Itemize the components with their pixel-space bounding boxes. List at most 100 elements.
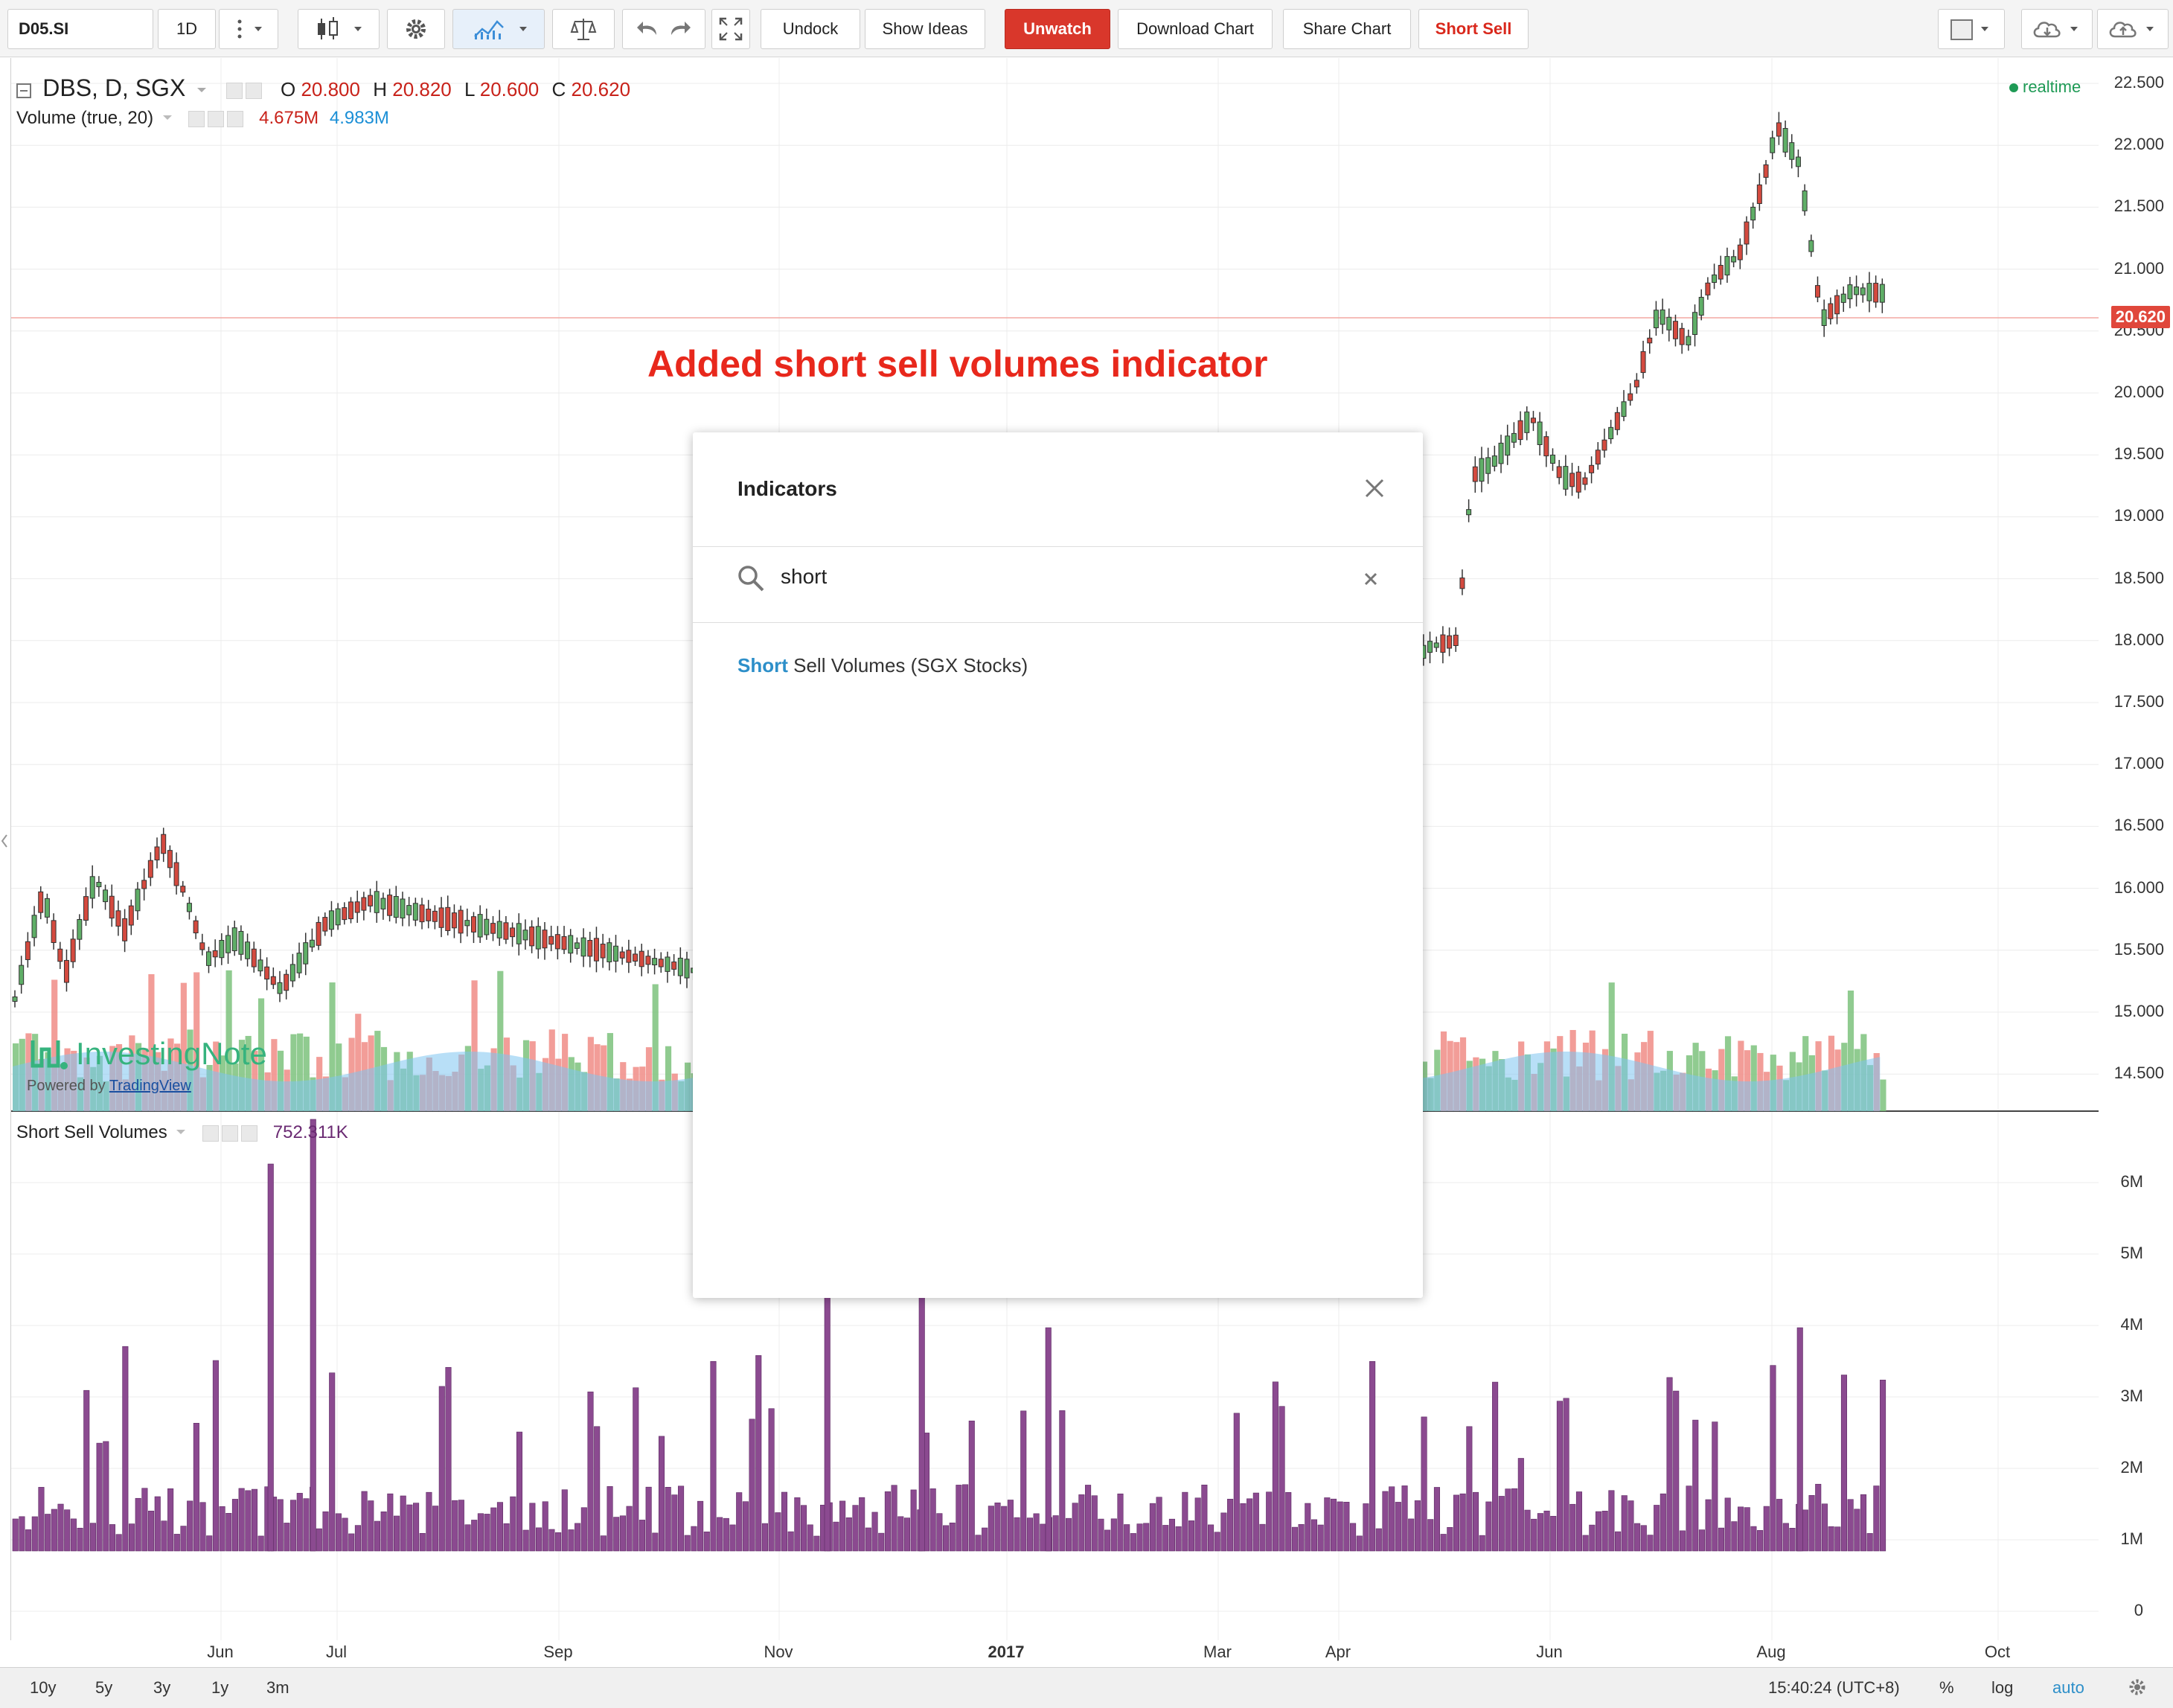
price-tick: 17.500: [2113, 692, 2164, 711]
close-icon[interactable]: [227, 110, 244, 127]
unwatch-button[interactable]: Unwatch: [1005, 9, 1110, 49]
price-tick: 21.000: [2113, 258, 2164, 278]
price-tick: 22.500: [2113, 73, 2164, 92]
volume-tick: 5M: [2120, 1244, 2143, 1262]
candles-icon: [318, 17, 362, 39]
powered-by: Powered by TradingView: [27, 1078, 267, 1095]
chevron-down-icon[interactable]: [175, 1126, 187, 1138]
fullscreen-button[interactable]: [711, 9, 750, 49]
top-toolbar: D05.SI 1D Undock Show Ideas Unwatch Down…: [0, 0, 2173, 57]
interval-dropdown-button[interactable]: [219, 9, 278, 49]
chevron-down-icon[interactable]: [196, 84, 208, 96]
indicators-button[interactable]: [452, 9, 545, 49]
collapse-legend-icon[interactable]: [16, 83, 31, 99]
time-tick: Nov: [764, 1643, 793, 1661]
short-sell-legend: Short Sell Volumes 752.311K: [16, 1122, 348, 1143]
symbol-label: D05.SI: [19, 19, 69, 38]
result-rest-text: Sell Volumes (SGX Stocks): [787, 654, 1028, 677]
gear-icon[interactable]: [2125, 1675, 2149, 1699]
main-series-legend: DBS, D, SGX O 20.800 H 20.820 L 20.600 C…: [16, 74, 630, 102]
load-chart-button[interactable]: [2021, 9, 2093, 49]
volume-tick: 3M: [2120, 1386, 2143, 1405]
redo-icon[interactable]: [664, 14, 694, 44]
indicator-search-input[interactable]: [781, 560, 1302, 593]
scales-icon: [570, 19, 597, 40]
powered-by-prefix: Powered by: [27, 1078, 109, 1094]
close-icon[interactable]: [1362, 476, 1387, 501]
panel-collapse-handle[interactable]: [0, 826, 9, 856]
short-sell-title: Short Sell Volumes: [16, 1122, 167, 1142]
gear-icon[interactable]: [245, 83, 262, 100]
range-3y-button[interactable]: 3y: [153, 1678, 170, 1698]
range-1y-button[interactable]: 1y: [211, 1678, 228, 1698]
investingnote-logo[interactable]: InvestingNote Powered by TradingView: [27, 1033, 267, 1095]
fullscreen-icon: [719, 17, 743, 41]
range-3m-button[interactable]: 3m: [266, 1678, 289, 1698]
show-ideas-label: Show Ideas: [882, 19, 968, 38]
indicator-search-row: [693, 547, 1423, 608]
dialog-divider: [693, 622, 1423, 623]
range-5y-button[interactable]: 5y: [95, 1678, 112, 1698]
interval-button[interactable]: 1D: [158, 9, 216, 49]
dialog-title: Indicators: [737, 477, 837, 500]
log-toggle[interactable]: log: [1991, 1678, 2013, 1698]
settings-button[interactable]: [387, 9, 445, 49]
share-chart-button[interactable]: Share Chart: [1283, 9, 1411, 49]
realtime-label: realtime: [2023, 77, 2081, 96]
time-tick: Oct: [1984, 1643, 2011, 1661]
short-sell-value: 752.311K: [272, 1122, 348, 1142]
price-tick: 21.500: [2113, 196, 2164, 216]
tradingview-link[interactable]: TradingView: [109, 1078, 191, 1094]
close-icon[interactable]: [241, 1125, 258, 1142]
close-label: C: [551, 78, 566, 100]
indicator-result-item[interactable]: Short Sell Volumes (SGX Stocks): [737, 654, 1028, 677]
realtime-indicator: realtime: [2009, 77, 2081, 97]
save-chart-button[interactable]: [2097, 9, 2169, 49]
short-sell-label: Short Sell: [1435, 19, 1512, 38]
layout-button[interactable]: [1938, 9, 2005, 49]
eye-icon[interactable]: [202, 1125, 220, 1142]
clear-search-icon[interactable]: [1363, 571, 1379, 587]
gear-icon[interactable]: [208, 110, 225, 127]
auto-toggle[interactable]: auto: [2052, 1678, 2084, 1698]
chart-style-button[interactable]: [298, 9, 380, 49]
price-tick: 19.500: [2113, 444, 2164, 464]
eye-icon[interactable]: [225, 83, 243, 100]
eye-icon[interactable]: [188, 110, 205, 127]
price-tick: 22.000: [2113, 135, 2164, 154]
undock-label: Undock: [782, 19, 839, 38]
time-tick: Jun: [1536, 1643, 1563, 1661]
range-10y-button[interactable]: 10y: [30, 1678, 56, 1698]
time-tick: Aug: [1756, 1643, 1786, 1661]
time-tick: Jul: [325, 1643, 348, 1661]
open-label: O: [280, 78, 296, 100]
volume-tick: 0: [2134, 1601, 2143, 1619]
indicators-dialog: Indicators Short Sell Volumes (SGX Stock…: [693, 432, 1423, 1298]
investingnote-logo-icon: [31, 1040, 68, 1069]
price-tick: 18.000: [2113, 630, 2164, 649]
undock-button[interactable]: Undock: [761, 9, 860, 49]
interval-label: 1D: [176, 19, 198, 38]
gear-icon[interactable]: [222, 1125, 239, 1142]
download-chart-button[interactable]: Download Chart: [1118, 9, 1273, 49]
share-chart-label: Share Chart: [1302, 19, 1392, 38]
high-label: H: [373, 78, 387, 100]
percent-toggle[interactable]: %: [1939, 1678, 1954, 1698]
bottom-bar: 10y 5y 3y 1y 3m 15:40:24 (UTC+8) % log a…: [0, 1667, 2173, 1708]
show-ideas-button[interactable]: Show Ideas: [865, 9, 985, 49]
price-axis[interactable]: 22.500 22.000 21.500 21.000 20.500 20.000 19.5…: [2099, 58, 2173, 1640]
short-sell-button[interactable]: Short Sell: [1418, 9, 1529, 49]
high-value: 20.820: [392, 78, 452, 100]
current-price-label: 20.620: [2110, 306, 2170, 328]
price-tick: 16.000: [2113, 877, 2164, 897]
symbol-search-button[interactable]: D05.SI: [7, 9, 153, 49]
compare-button[interactable]: [552, 9, 615, 49]
chevron-down-icon[interactable]: [161, 112, 173, 124]
brand-name: InvestingNote: [76, 1036, 267, 1071]
price-tick: 19.000: [2113, 506, 2164, 525]
time-tick: Sep: [543, 1643, 573, 1661]
undo-icon[interactable]: [634, 14, 664, 44]
price-tick: 20.000: [2113, 383, 2164, 401]
volume-ma-value: 4.983M: [329, 108, 389, 128]
gear-icon: [406, 19, 426, 39]
